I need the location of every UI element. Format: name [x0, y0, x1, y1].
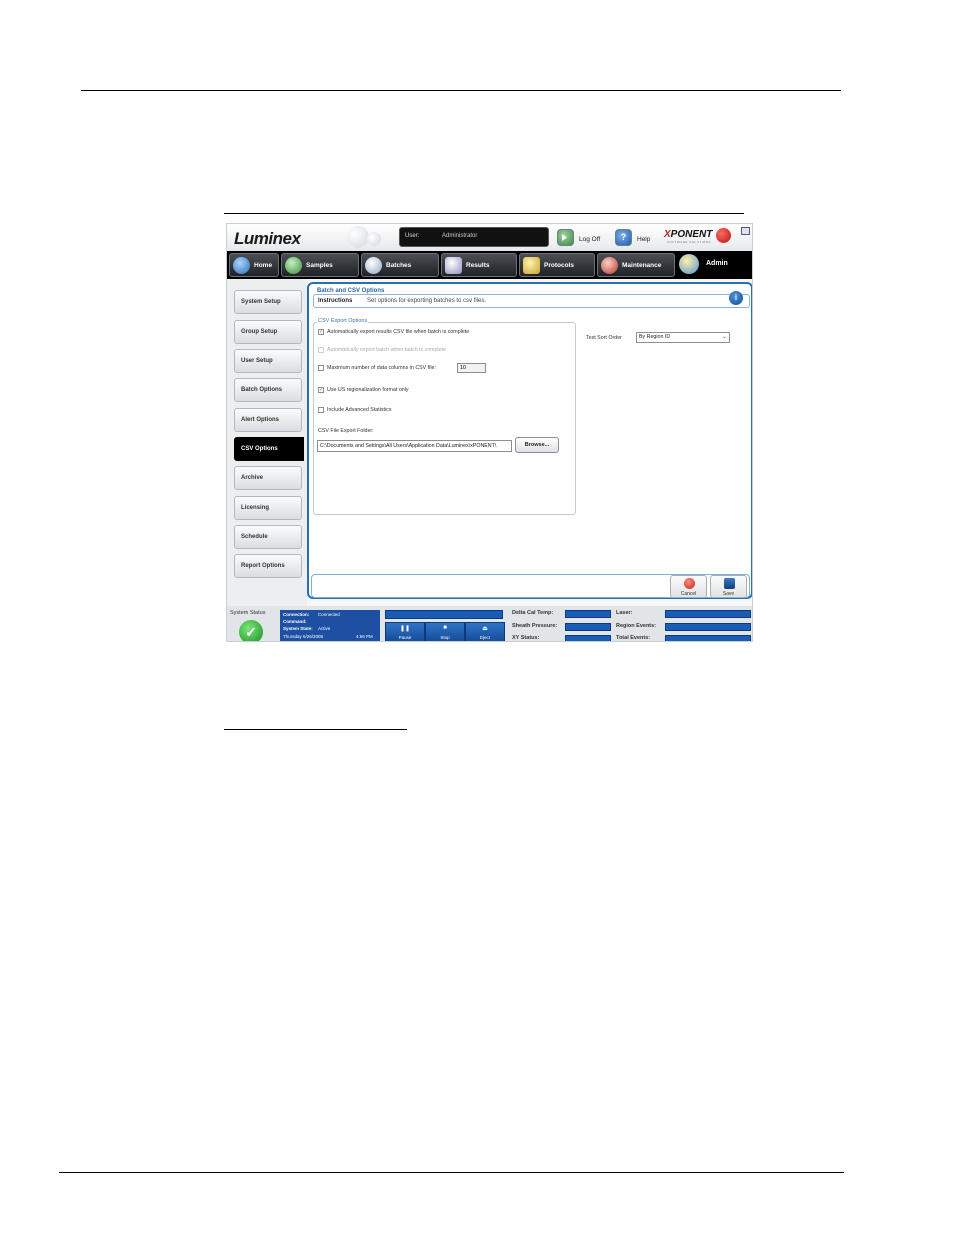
results-icon: [445, 257, 462, 274]
delta-cal-temp-value: [565, 610, 611, 618]
help-button[interactable]: ?: [615, 229, 632, 246]
total-events-value: [665, 635, 751, 641]
auto-export-results-label: Automatically export results CSV file wh…: [327, 329, 470, 335]
advanced-stats-label: Include Advanced Statistics: [327, 407, 392, 413]
tab-maintenance[interactable]: Maintenance: [597, 253, 675, 277]
logoff-button[interactable]: [557, 229, 574, 246]
admin-icon: [679, 254, 699, 274]
max-columns-input[interactable]: 10: [457, 363, 486, 373]
sidebar-item-report-options[interactable]: Report Options: [234, 554, 302, 578]
sidebar-item-csv-options[interactable]: CSV Options: [234, 437, 304, 461]
protocols-icon: [523, 257, 540, 274]
sidebar-item-batch-options[interactable]: Batch Options: [234, 378, 302, 402]
test-sort-order-label: Test Sort Order: [586, 335, 622, 341]
instructions-bar: Instructions Set options for exporting b…: [313, 294, 750, 308]
auto-export-batch-label: Automatically export batch when batch is…: [327, 347, 446, 353]
us-format-checkbox[interactable]: ✓: [318, 387, 324, 393]
tab-results[interactable]: Results: [441, 253, 517, 277]
cancel-button[interactable]: Cancel: [670, 575, 707, 598]
region-events-label: Region Events:: [616, 623, 657, 629]
max-columns-label: Maximum number of data columns in CSV fi…: [327, 365, 436, 371]
xponent-subtitle: SOFTWARE SOLUTIONS: [667, 240, 712, 244]
help-label[interactable]: Help: [637, 236, 650, 243]
app-logo: Luminex: [234, 229, 301, 248]
samples-icon: [285, 257, 302, 274]
max-columns-checkbox[interactable]: [318, 365, 324, 371]
cancel-icon: [684, 578, 695, 589]
browse-button[interactable]: Browse...: [515, 437, 559, 453]
progress-bar: [385, 610, 503, 619]
brand-ball-icon: [716, 228, 731, 243]
caption-underline: [224, 729, 407, 730]
sidebar-item-schedule[interactable]: Schedule: [234, 525, 302, 549]
save-icon: [724, 578, 735, 589]
export-folder-label: CSV File Export Folder:: [318, 428, 374, 434]
tab-protocols[interactable]: Protocols: [519, 253, 595, 277]
sidebar-item-licensing[interactable]: Licensing: [234, 496, 302, 520]
xy-status-label: XY Status:: [512, 635, 540, 641]
save-button[interactable]: Save: [710, 575, 747, 598]
figure-top-rule: [224, 213, 744, 214]
pause-icon: ❚❚: [399, 626, 411, 632]
user-label: User:: [405, 233, 420, 239]
page-bottom-rule: [59, 1172, 844, 1173]
window-restore-button[interactable]: [741, 227, 750, 235]
test-sort-order-value: By Region ID: [639, 334, 671, 340]
stop-icon: ■: [443, 625, 447, 631]
page-top-rule: [81, 90, 841, 91]
sidebar-item-system-setup[interactable]: System Setup: [234, 290, 302, 314]
maintenance-icon: [601, 257, 618, 274]
decor-bubble: [367, 232, 381, 246]
sidebar-item-user-setup[interactable]: User Setup: [234, 349, 302, 373]
user-value: Administrator: [442, 233, 478, 239]
total-events-label: Total Events:: [616, 635, 651, 641]
auto-export-batch-checkbox[interactable]: [318, 347, 324, 353]
tab-samples[interactable]: Samples: [281, 253, 359, 277]
tab-batches[interactable]: Batches: [361, 253, 439, 277]
laser-label: Laser:: [616, 610, 633, 616]
info-icon[interactable]: i: [729, 291, 743, 305]
logoff-icon: [562, 234, 567, 241]
csv-export-group-title: CSV Export Options: [317, 318, 369, 324]
sidebar-item-archive[interactable]: Archive: [234, 466, 302, 490]
advanced-stats-checkbox[interactable]: [318, 407, 324, 413]
status-ok-icon: ✓: [239, 620, 263, 641]
export-folder-input[interactable]: C:\Documents and Settings\All Users\Appl…: [317, 440, 512, 452]
auto-export-results-checkbox[interactable]: ✓: [318, 329, 324, 335]
instructions-label: Instructions: [318, 298, 353, 304]
region-events-value: [665, 623, 751, 631]
xy-status-value: [565, 635, 611, 641]
test-sort-order-select[interactable]: By Region ID ⌄: [636, 332, 730, 343]
home-icon: [233, 257, 250, 274]
chevron-down-icon: ⌄: [721, 334, 727, 340]
decor-bubble: [347, 226, 369, 248]
sidebar-item-group-setup[interactable]: Group Setup: [234, 320, 302, 344]
eject-icon: ⏏: [482, 626, 488, 632]
tab-home[interactable]: Home: [229, 253, 279, 277]
sheath-pressure-value: [565, 623, 611, 631]
user-display: User: Administrator: [399, 227, 549, 247]
pause-button[interactable]: ❚❚ Pause: [385, 622, 425, 641]
stop-button[interactable]: ■ Stop: [425, 622, 465, 641]
help-icon: ?: [620, 232, 627, 242]
connection-panel: Connection: Connected Command: System St…: [280, 610, 380, 641]
tab-admin[interactable]: Admin: [676, 251, 752, 279]
batches-icon: [365, 257, 382, 274]
delta-cal-temp-label: Delta Cal Temp:: [512, 610, 554, 616]
system-status-label: System Status: [230, 610, 266, 616]
us-format-label: Use US regionalization format only: [327, 387, 409, 393]
xponent-brand: XPONENT: [664, 229, 713, 240]
logoff-label[interactable]: Log Off: [579, 236, 600, 243]
xponent-screenshot: Luminex User: Administrator Log Off ? He…: [226, 223, 753, 642]
eject-button[interactable]: ⏏ Eject: [465, 622, 505, 641]
sheath-pressure-label: Sheath Pressure:: [512, 623, 558, 629]
laser-value: [665, 610, 751, 618]
sidebar-item-alert-options[interactable]: Alert Options: [234, 408, 302, 432]
instructions-text: Set options for exporting batches to csv…: [367, 298, 487, 304]
